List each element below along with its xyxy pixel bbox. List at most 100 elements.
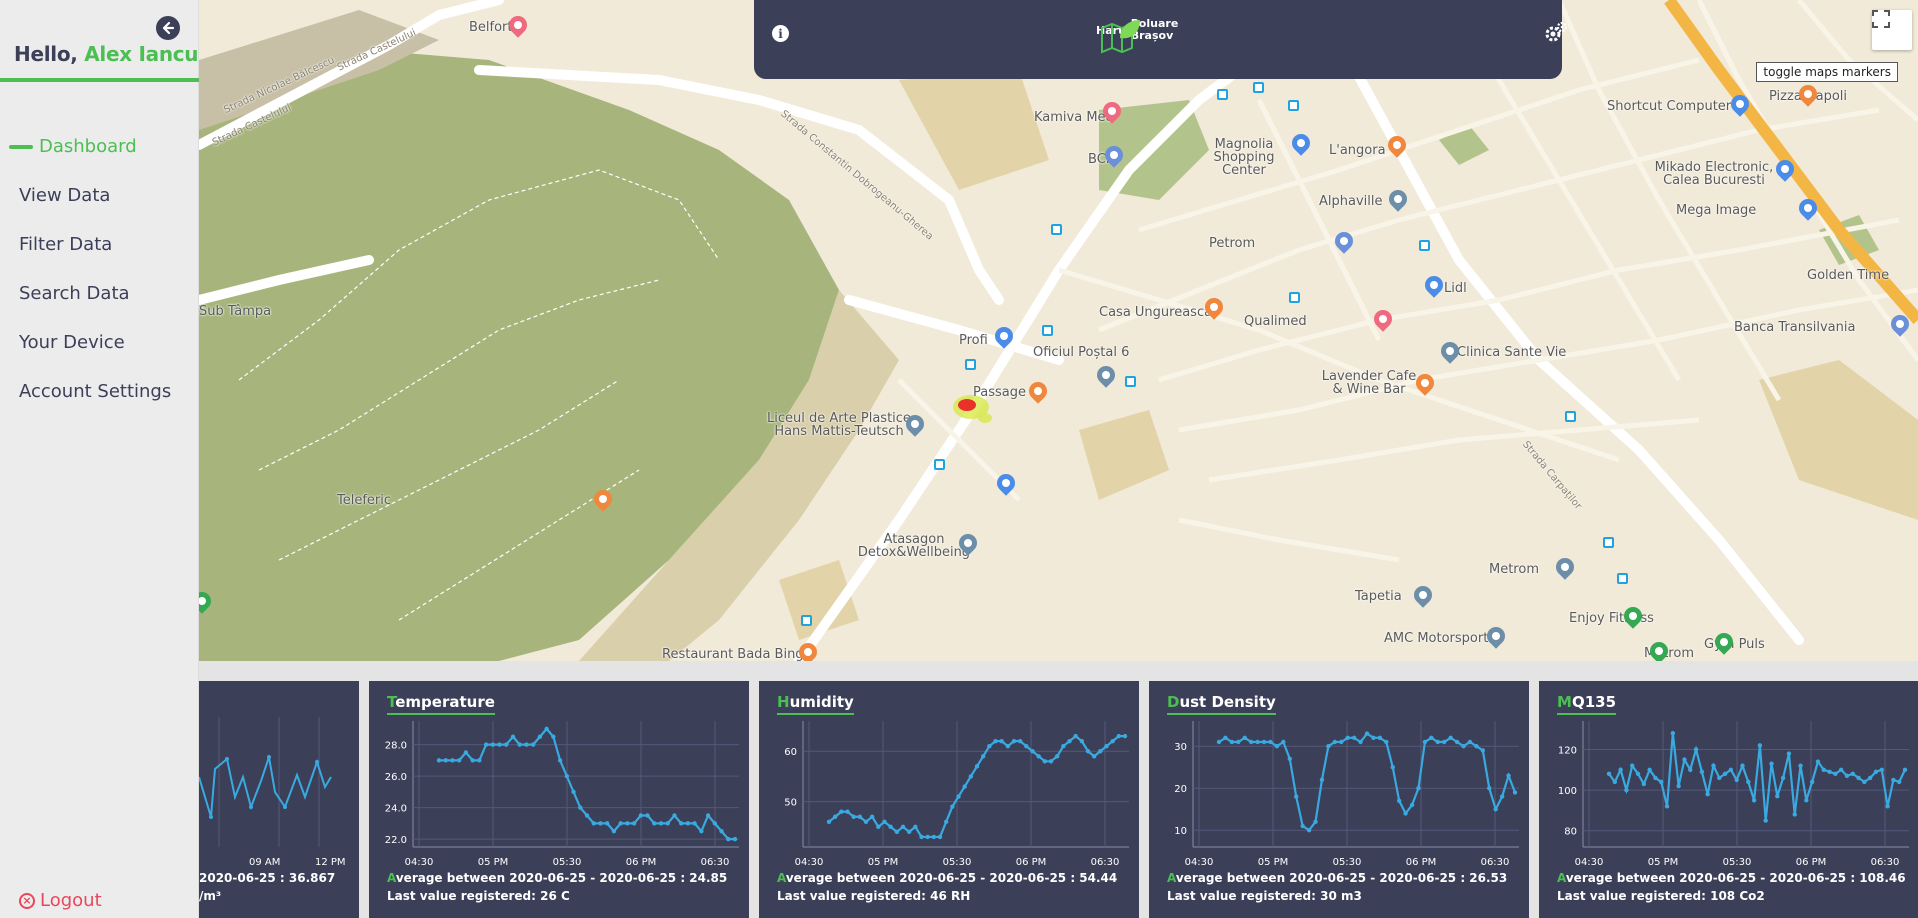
data-point[interactable] [1054, 754, 1060, 759]
bus-stop-icon[interactable] [1289, 292, 1300, 303]
data-point[interactable] [1722, 771, 1728, 777]
data-point[interactable] [1339, 739, 1344, 745]
data-point[interactable] [436, 758, 442, 763]
sidebar-item-account-settings[interactable]: Account Settings [0, 367, 199, 416]
bus-stop-icon[interactable] [1253, 82, 1264, 93]
data-point[interactable] [537, 734, 543, 739]
data-point[interactable] [1306, 828, 1312, 833]
data-point[interactable] [980, 754, 986, 759]
data-point[interactable] [1751, 798, 1757, 803]
data-point[interactable] [851, 814, 856, 819]
data-point[interactable] [1809, 779, 1815, 785]
data-point[interactable] [1775, 793, 1780, 799]
data-point[interactable] [510, 734, 516, 739]
data-point[interactable] [1746, 779, 1751, 785]
data-point[interactable] [1048, 759, 1054, 764]
bus-stop-icon[interactable] [934, 459, 945, 470]
data-point[interactable] [1332, 739, 1338, 745]
info-icon[interactable]: i [772, 25, 789, 42]
data-point[interactable] [1358, 739, 1363, 745]
data-point[interactable] [1377, 735, 1383, 740]
data-point[interactable] [1024, 744, 1029, 749]
data-point[interactable] [618, 821, 623, 826]
data-point[interactable] [1454, 739, 1460, 745]
data-point[interactable] [1017, 738, 1023, 744]
data-point[interactable] [1630, 763, 1635, 768]
data-point[interactable] [1274, 744, 1280, 749]
data-point[interactable] [1699, 769, 1705, 775]
data-point[interactable] [652, 821, 657, 826]
data-point[interactable] [625, 821, 630, 826]
data-point[interactable] [974, 764, 980, 769]
data-point[interactable] [1647, 767, 1652, 772]
data-point[interactable] [517, 742, 522, 747]
data-point[interactable] [968, 774, 974, 779]
data-point[interactable] [1242, 735, 1247, 740]
data-point[interactable] [1236, 739, 1241, 745]
sidebar-item-dashboard[interactable]: Dashboard [0, 122, 199, 171]
data-point[interactable] [557, 758, 563, 763]
logout-button[interactable]: × Logout [19, 890, 102, 911]
data-point[interactable] [1067, 738, 1072, 744]
data-point[interactable] [463, 750, 469, 755]
data-point[interactable] [1294, 794, 1299, 799]
data-point[interactable] [1011, 738, 1017, 744]
data-point[interactable] [1429, 735, 1434, 740]
bus-stop-icon[interactable] [1217, 89, 1228, 100]
data-point[interactable] [1116, 733, 1122, 739]
data-point[interactable] [845, 809, 850, 814]
data-point[interactable] [876, 824, 881, 830]
data-point[interactable] [826, 819, 832, 824]
data-point[interactable] [1885, 804, 1890, 809]
data-point[interactable] [1670, 730, 1676, 736]
data-point[interactable] [692, 821, 697, 826]
data-point[interactable] [1345, 735, 1350, 740]
data-point[interactable] [1902, 767, 1908, 772]
data-point[interactable] [1833, 771, 1838, 777]
data-point[interactable] [857, 814, 863, 819]
data-point[interactable] [1717, 775, 1722, 781]
fullscreen-button[interactable] [1872, 10, 1912, 50]
data-point[interactable] [1676, 783, 1681, 789]
data-point[interactable] [497, 742, 502, 747]
data-point[interactable] [1763, 818, 1768, 823]
data-point[interactable] [1792, 812, 1797, 817]
data-point[interactable] [1612, 779, 1618, 785]
data-point[interactable] [604, 821, 610, 826]
data-point[interactable] [943, 819, 949, 824]
data-point[interactable] [1005, 744, 1011, 749]
map[interactable]: Belfort Strada Nicolae Bălcescu Strada C… [199, 0, 1918, 661]
data-point[interactable] [1390, 765, 1395, 770]
data-point[interactable] [1740, 763, 1745, 768]
data-point[interactable] [1079, 738, 1085, 744]
data-point[interactable] [1506, 773, 1511, 778]
data-point[interactable] [882, 819, 887, 824]
data-point[interactable] [1798, 763, 1803, 768]
data-point[interactable] [839, 809, 844, 814]
data-point[interactable] [1688, 767, 1693, 772]
data-point[interactable] [1757, 743, 1763, 748]
data-point[interactable] [1281, 739, 1286, 745]
data-point[interactable] [705, 813, 711, 818]
data-point[interactable] [1384, 739, 1389, 745]
data-point[interactable] [631, 821, 637, 826]
data-point[interactable] [1396, 798, 1402, 803]
data-point[interactable] [832, 814, 838, 819]
bus-stop-icon[interactable] [1617, 573, 1628, 584]
data-point[interactable] [1838, 767, 1844, 772]
data-point[interactable] [913, 824, 918, 830]
data-point[interactable] [712, 821, 718, 826]
data-point[interactable] [564, 773, 570, 779]
data-point[interactable] [1110, 738, 1115, 744]
data-point[interactable] [1821, 767, 1826, 772]
data-point[interactable] [470, 758, 475, 763]
data-point[interactable] [1319, 777, 1325, 782]
sidebar-item-filter-data[interactable]: Filter Data [0, 220, 199, 269]
data-point[interactable] [1300, 823, 1305, 829]
data-point[interactable] [1287, 756, 1292, 761]
data-point[interactable] [1728, 767, 1734, 772]
data-point[interactable] [1255, 739, 1260, 745]
data-point[interactable] [1104, 744, 1109, 749]
data-point[interactable] [1896, 779, 1902, 785]
data-point[interactable] [504, 742, 509, 747]
